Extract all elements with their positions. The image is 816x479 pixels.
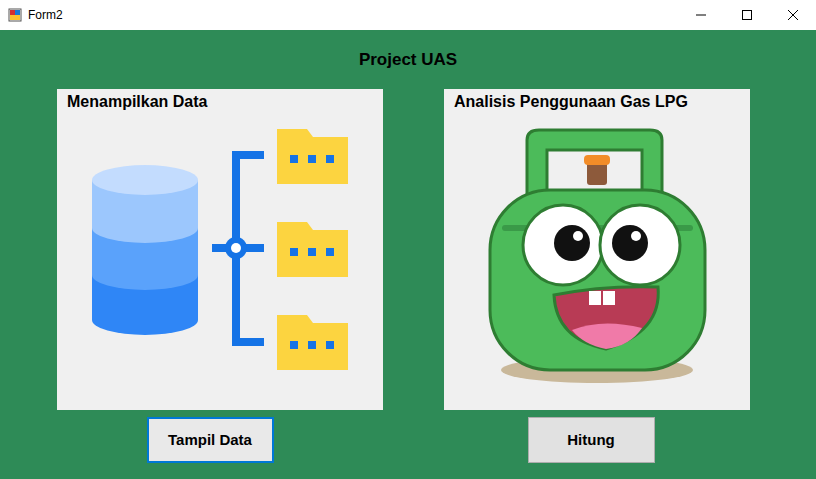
close-icon [788, 10, 798, 20]
form-body: Project UAS Menampilkan Data Tampil Data An… [0, 30, 816, 479]
minimize-button[interactable] [678, 0, 724, 30]
title-bar: Form2 [0, 0, 816, 30]
panel-title: Analisis Penggunaan Gas LPG [444, 89, 750, 115]
maximize-button[interactable] [724, 0, 770, 30]
window-title: Form2 [28, 6, 63, 24]
action-button[interactable]: Hitung [528, 417, 655, 463]
panel-title: Menampilkan Data [57, 89, 383, 115]
maximize-icon [742, 10, 752, 20]
close-button[interactable] [770, 0, 816, 30]
heading: Project UAS [0, 30, 816, 70]
picture-panel: Menampilkan Data [57, 89, 383, 410]
lpg-mascot-icon [444, 115, 750, 410]
action-button[interactable]: Tampil Data [147, 417, 274, 463]
window: Form2 Project UAS Menampilkan Data Tampil D… [0, 0, 816, 479]
minimize-icon [696, 10, 706, 20]
database-illustration-icon [57, 115, 383, 410]
picture-panel: Analisis Penggunaan Gas LPG [444, 89, 750, 410]
form-app-icon [8, 8, 22, 22]
